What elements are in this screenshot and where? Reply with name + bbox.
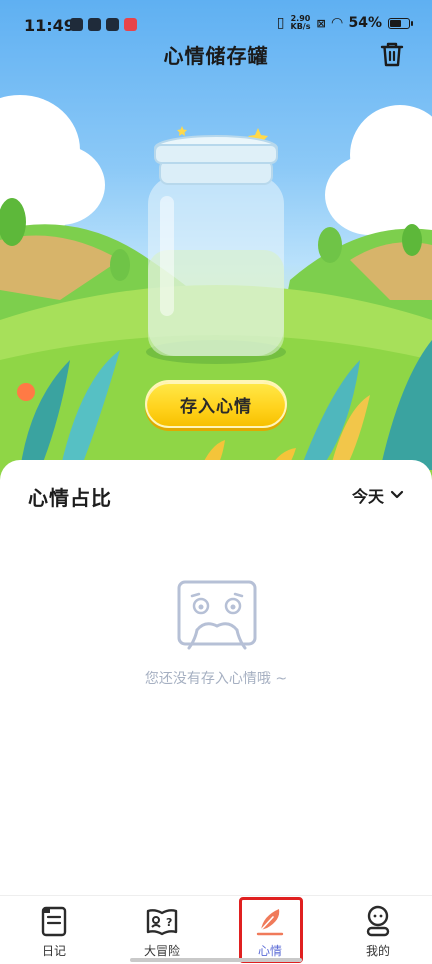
bottom-nav: 日记 ? 大冒险 心情 我的 [0,895,432,964]
mail-icon [106,18,119,31]
battery-icon [388,17,413,29]
sim-icon: ⊠ [316,16,326,30]
empty-face-icon [177,580,257,650]
delete-button[interactable] [378,40,406,68]
store-mood-button[interactable]: 存入心情 [145,380,287,428]
status-time: 11:49 [24,16,75,35]
vibrate-icon: ▯ [276,15,285,31]
trash-icon [380,42,404,67]
nav-label: 日记 [41,944,66,958]
empty-state-text: 您还没有存入心情哦 ~ [144,671,288,687]
selection-highlight [239,897,303,963]
period-selector[interactable]: 今天 [352,483,404,507]
nav-item-diary[interactable]: 日记 [0,896,108,964]
notification-icons [70,18,137,31]
adventure-icon: ? [146,909,178,936]
nav-label: 我的 [365,944,390,958]
page-title: 心情储存罐 [163,44,269,68]
card-title: 心情占比 [28,486,112,510]
mood-jar [146,135,286,364]
svg-text:?: ? [166,916,172,929]
battery-level: 54% [348,15,382,31]
app-notification-icon [124,18,137,31]
home-indicator[interactable] [130,958,302,962]
chevron-down-icon [390,490,404,499]
app-notification-icon [70,18,83,31]
mood-ratio-card: 心情占比 今天 您还没有存入心情哦 ~ [0,460,432,896]
status-right: ▯ 2.90 KB/s ⊠ ◠ 54% [276,14,413,31]
network-speed: 2.90 KB/s [290,14,311,31]
nav-item-profile[interactable]: 我的 [324,896,432,964]
wifi-icon: ◠ [331,15,343,31]
period-label: 今天 [351,487,384,506]
nav-label: 大冒险 [143,944,180,958]
diary-icon [41,906,67,937]
nav-item-adventure[interactable]: ? 大冒险 [108,896,216,964]
profile-icon [366,905,390,937]
app-notification-icon [88,18,101,31]
